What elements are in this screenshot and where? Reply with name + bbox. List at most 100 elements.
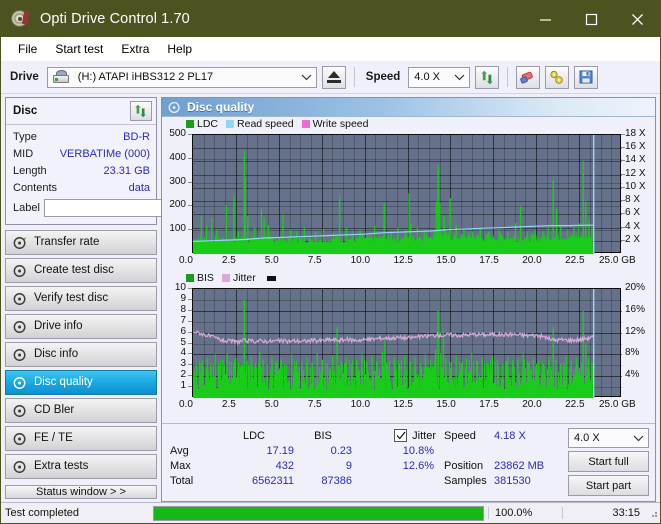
spike [445,358,447,398]
x-tick-label: 17.5 [479,399,499,410]
sidebar-item-extra-tests[interactable]: Extra tests [5,454,157,479]
spike [517,358,519,398]
y2-tick-label: 14 X [625,154,646,166]
spike [381,352,384,398]
y-tick-label: 100 [169,223,186,235]
start-full-button[interactable]: Start full [568,451,649,472]
x-tick-label: 7.5 [307,399,322,410]
drive-select[interactable]: (H:) ATAPI iHBS312 2 PL17 [46,66,317,88]
x-tick-label: 15.0 [436,255,456,266]
sidebar-item-transfer-rate[interactable]: Transfer rate [5,230,157,255]
chevron-down-icon [454,68,465,87]
stats-bis-max: 9 [345,459,352,472]
minimize-icon[interactable] [522,1,568,37]
disc-row-mid-key: MID [13,147,34,160]
y-tick [188,134,192,135]
jitter-checkbox[interactable] [394,429,408,442]
tools-button[interactable] [545,65,570,89]
spike [442,330,445,398]
speed-select-value: 4.0 X [414,71,440,83]
legend-item-write-speed: Write speed [301,118,369,130]
erase-button[interactable] [516,65,541,89]
spike [547,227,549,254]
sidebar-item-drive-info[interactable]: Drive info [5,314,157,339]
spike [560,363,562,398]
sidebar-item-fe-te[interactable]: FE / TE [5,426,157,451]
sidebar-item-label: Disc info [34,347,79,360]
spike [253,227,256,254]
spike [555,208,558,254]
menu-help[interactable]: Help [158,40,201,58]
drive-label: Drive [10,71,39,83]
spike [336,327,338,398]
close-icon[interactable] [614,1,660,37]
spike [560,225,562,254]
disc-properties: Type BD-R MID VERBATIMe (000) Length 23.… [6,125,248,224]
stats-ldc-total: 6562311 [251,474,294,487]
jitter-header: Jitter [352,428,438,443]
position-value: 23862 MB [494,459,545,472]
spike [211,218,213,254]
refresh-button[interactable] [475,65,500,89]
sidebar-item-verify-test-disc[interactable]: Verify test disc [5,286,157,311]
disc-row-contents: Contents data [13,179,150,196]
spike [332,355,334,398]
eject-button[interactable] [321,65,346,89]
sidebar-item-cd-bler[interactable]: CD Bler [5,398,157,423]
sidebar-item-label: Drive info [34,319,83,332]
y-tick-label: 10 [174,282,186,293]
speed-select[interactable]: 4.0 X [408,66,471,88]
disc-row-contents-key: Contents [13,181,58,194]
spike [230,362,233,398]
spike [290,354,293,398]
maximize-icon[interactable] [568,1,614,37]
legend-label-bis: BIS [197,272,214,284]
spike [532,357,535,398]
disc-info-icon [13,348,26,361]
spike [217,363,220,398]
menu-file[interactable]: File [9,40,46,58]
sidebar-item-disc-quality[interactable]: Disc quality [5,370,157,395]
disc-row-length-key: Length [13,164,47,177]
spike [486,363,488,398]
position-key: Position [444,459,484,472]
disc-row-type: Type BD-R [13,128,150,145]
disc-row-length: Length 23.31 GB [13,162,150,179]
sidebar-item-disc-info[interactable]: Disc info [5,342,157,367]
disc-panel-title: Disc [13,105,38,117]
spike [322,229,324,254]
cd-bler-icon [13,404,26,417]
save-button[interactable] [574,65,599,89]
y-tick-label: 5 [180,336,186,348]
disc-refresh-button[interactable] [130,101,152,121]
y-tick-label: 500 [169,128,186,139]
y-tick-label: 400 [169,151,186,163]
status-window-button[interactable]: Status window > > [5,485,157,499]
legend-item-bis: BIS [186,272,214,284]
spike [424,354,427,398]
y-tick-label: 6 [180,325,186,337]
sidebar-item-create-test-disc[interactable]: Create test disc [5,258,157,283]
spike [578,223,580,254]
spike [507,231,509,254]
menu-start-test[interactable]: Start test [46,40,112,58]
y-tick-label: 200 [169,199,186,211]
start-part-button[interactable]: Start part [568,475,649,496]
spike [376,363,378,398]
resize-grip[interactable] [648,508,658,518]
spike [383,202,385,254]
spike [498,230,500,254]
spike [585,343,587,398]
meta-blank-2 [494,443,564,458]
x-tick-label: 0.0 [179,399,193,410]
spike [350,364,353,398]
menu-extra[interactable]: Extra [112,40,158,58]
test-speed-select[interactable]: 4.0 X [568,428,649,448]
spike [565,355,567,398]
stats-col-jitter: Jitter 10.8% 12.6% [352,428,438,496]
status-text: Test completed [5,507,79,519]
elapsed-time: 33:15 [562,507,648,519]
spike [455,355,457,398]
spike [439,202,441,254]
spike [216,230,218,254]
